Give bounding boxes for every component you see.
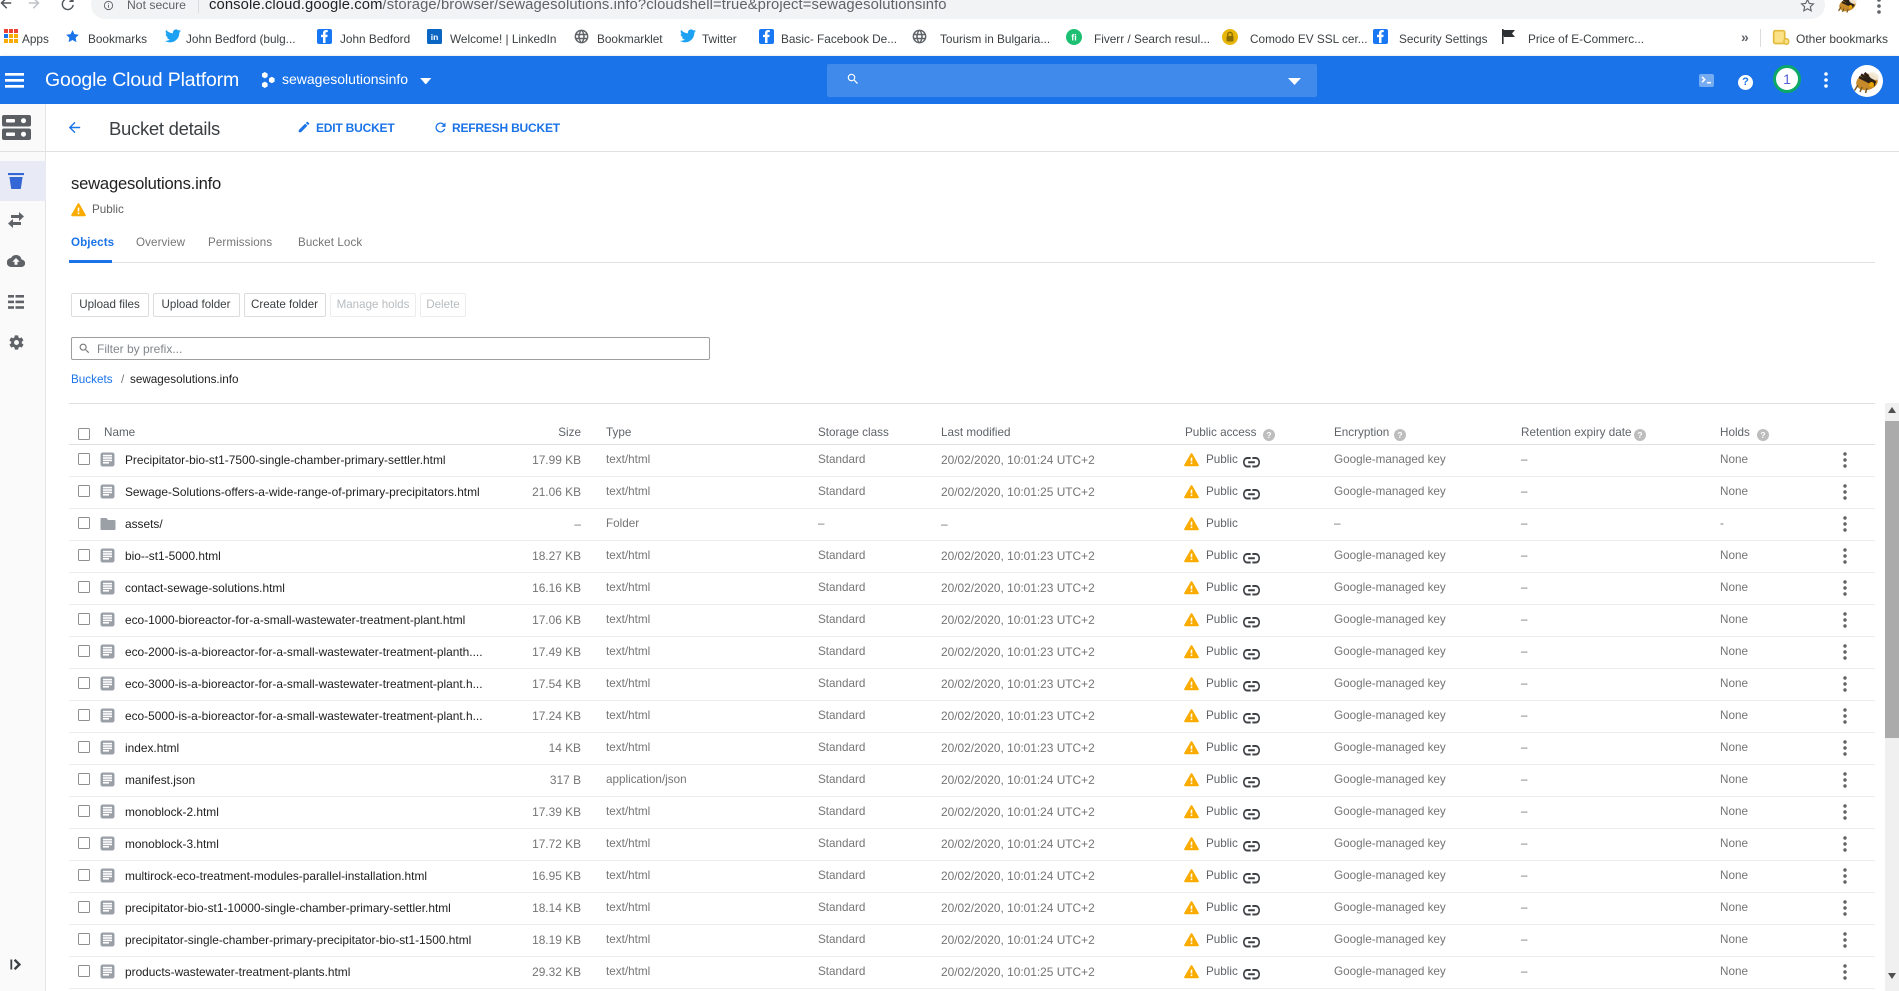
svg-text:?: ? <box>1760 430 1765 440</box>
svg-text:?: ? <box>1397 430 1402 440</box>
svg-text:in: in <box>431 32 439 42</box>
svg-text:fi: fi <box>1071 33 1077 43</box>
svg-text:?: ? <box>1637 430 1642 440</box>
svg-text:?: ? <box>1266 430 1271 440</box>
